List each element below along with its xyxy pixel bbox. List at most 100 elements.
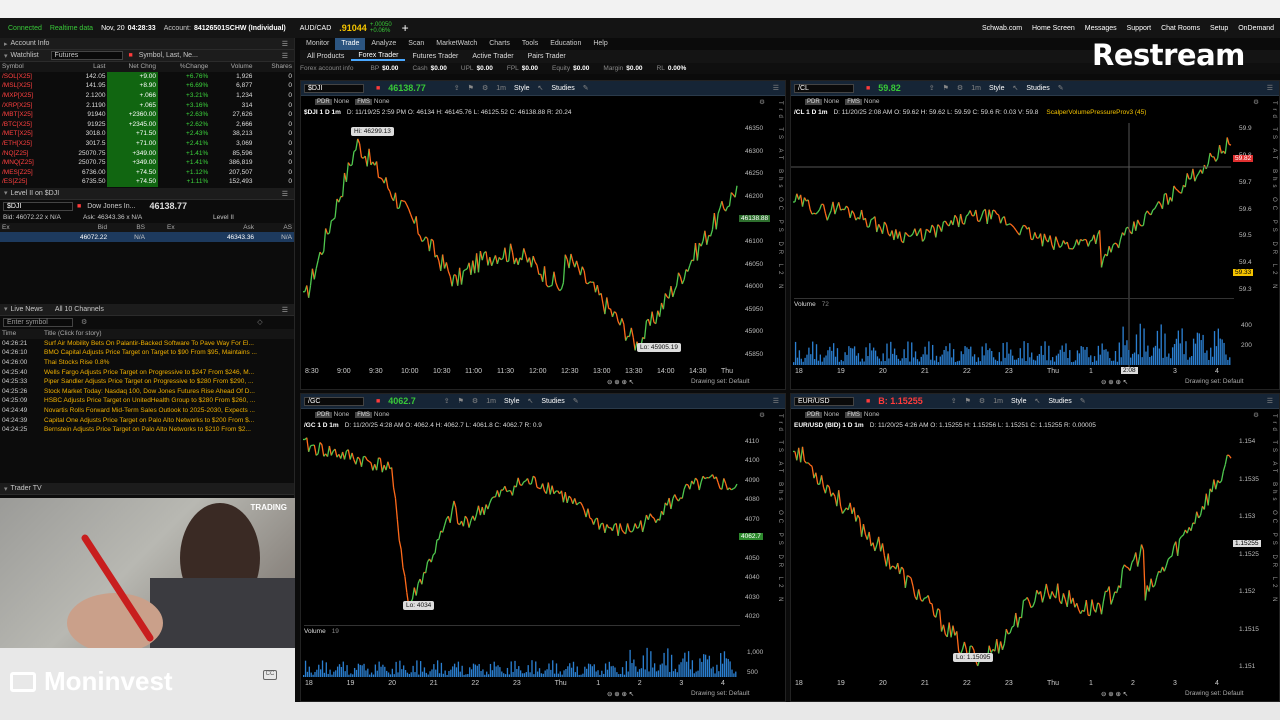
gear-icon[interactable]: ⚙ [81,318,87,326]
watchlist-col-1[interactable]: Last [57,62,108,72]
watchlist-row[interactable]: /MET[X25] 3018.0 +71.50 +2.43% 38,213 0 [0,129,294,139]
link-chat-rooms[interactable]: Chat Rooms [1161,25,1200,32]
news-symbol-input[interactable]: Enter symbol [3,317,73,327]
news-item[interactable]: 04:24:25 Bernstein Adjusts Price Target o… [0,425,294,435]
link-home-screen[interactable]: Home Screen [1032,25,1075,32]
watchlist-row[interactable]: /MBT[X25] 91940 +2360.00 +2.63% 27,626 0 [0,109,294,120]
watchlist-row[interactable]: /MNQ[Z25] 25070.75 +349.00 +1.41% 386,819 0 [0,157,294,168]
watchlist-col-3[interactable]: %Change [158,62,211,72]
level2-col[interactable]: AS [256,222,294,233]
news-item[interactable]: 04:24:49 Novartis Rolls Forward Mid-Term … [0,406,294,416]
news-col[interactable]: Time [0,328,42,339]
menu-icon[interactable]: ☰ [282,306,288,314]
watchlist-row[interactable]: /BTC[X25] 91925 +2345.00 +2.62% 2,666 0 [0,119,294,130]
account-select[interactable]: 84126501SCHW (Individual) [194,25,286,32]
link-messages[interactable]: Messages [1085,25,1117,32]
watchlist-row[interactable]: /NQ[Z25] 25070.75 +349.00 +1.41% 85,596 0 [0,148,294,158]
tab-trade[interactable]: Trade [335,38,366,50]
menu-icon[interactable]: ☰ [282,190,288,198]
link-support[interactable]: Support [1127,25,1152,32]
link-setup[interactable]: Setup [1210,25,1228,32]
watchlist-col-4[interactable]: Volume [210,62,255,72]
tab-live-news[interactable]: Live News [11,306,43,313]
zoom-controls[interactable]: ⊖ ⊕ ⊕ ↖ [607,690,634,698]
add-ticker-icon[interactable]: + [402,21,409,35]
watchlist-row[interactable]: /SOL[X25] 142.05 +9.00 +6.76% 1,926 0 [0,71,294,82]
price-plot[interactable] [301,394,785,701]
level2-col[interactable]: Ex [146,222,177,233]
watchlist-row[interactable]: /ES[Z25] 6735.50 +74.50 +1.11% 152,493 0 [0,177,294,187]
drawing-set-label[interactable]: Drawing set: Default [1185,378,1244,385]
subtab-pairs-trader[interactable]: Pairs Trader [521,53,573,60]
zoom-controls[interactable]: ⊖ ⊕ ⊕ ↖ [1101,690,1128,698]
symbol-column-select[interactable]: Symbol, Last, Ne... [139,52,198,59]
tab-help[interactable]: Help [587,38,613,50]
tab-marketwatch[interactable]: MarketWatch [430,38,483,50]
watchlist-row[interactable]: /ETH[X25] 3017.5 +71.00 +2.41% 3,069 0 [0,138,294,149]
level2-header[interactable]: ▾ Level II on $DJI ☰ [0,187,294,200]
price-plot[interactable] [791,81,1279,389]
level2-col[interactable]: BS [109,222,147,233]
zoom-controls[interactable]: ⊖ ⊕ ⊕ ↖ [1101,378,1128,386]
watchlist-col-2[interactable]: Net Chng [107,62,158,72]
link-ondemand[interactable]: OnDemand [1238,25,1274,32]
chart-side-toolbar[interactable]: Trd TS AT Bhs OC PS DR L2 N [1267,414,1277,681]
news-item[interactable]: 04:25:26 Stock Market Today: Nasdaq 100, … [0,386,294,396]
watchlist-col-0[interactable]: Symbol [0,62,58,72]
chart-dji[interactable]: $DJI ■ 46138.77 ⇪ ⚑ ⚙ 1m Style ↖ Studies ✎ ☰ PDR None… [300,80,786,390]
subtab-forex-trader[interactable]: Forex Trader [351,52,406,61]
news-item[interactable]: 04:26:00 Thai Stocks Rise 0.8% [0,358,294,368]
news-item[interactable]: 04:24:39 Capital One Adjusts Price Target… [0,415,294,425]
watchlist-row[interactable]: /MES[Z25] 6736.00 +74.50 +1.12% 207,507 0 [0,167,294,178]
menu-icon[interactable]: ☰ [282,52,288,60]
collapse-icon[interactable]: ▾ [4,305,8,313]
news-item[interactable]: 04:25:33 Piper Sandler Adjusts Price Targ… [0,377,294,387]
level2-row[interactable]: 46072.22 N/A 46343.36 N/A [0,232,294,242]
closed-captions-icon[interactable]: CC [263,670,277,680]
expand-icon[interactable]: ▸ [4,40,8,48]
chart-side-toolbar[interactable]: Trd TS AT Bhs OC PS DR L2 N [773,414,783,681]
tab-charts[interactable]: Charts [483,38,516,50]
tab-monitor[interactable]: Monitor [300,38,335,50]
chart-gc[interactable]: /GC ■ 4062.7 ⇪ ⚑ ⚙ 1m Style ↖ Studies ✎ ☰ PDR None FMS… [300,393,786,702]
tab-tools[interactable]: Tools [516,38,544,50]
chart-eur[interactable]: EUR/USD ■ B: 1.15255 ⇪ ⚑ ⚙ 1m Style ↖ Studies ✎ ☰ PD… [790,393,1280,702]
tab-analyze[interactable]: Analyze [365,38,402,50]
drawing-set-label[interactable]: Drawing set: Default [691,690,750,697]
tab-all-channels[interactable]: All 10 Channels [55,306,104,313]
link-schwab[interactable]: Schwab.com [982,25,1022,32]
tab-scan[interactable]: Scan [402,38,430,50]
level2-symbol-input[interactable]: $DJI [3,201,73,211]
watchlist-row[interactable]: /MXP[X25] 2.1200 +.066 +3.21% 1,234 0 [0,90,294,101]
chart-side-toolbar[interactable]: Trd TS AT Bhs OC PS DR L2 N [1267,101,1277,369]
news-item[interactable]: 04:26:21 Surf Air Mobility Bets On Palant… [0,339,294,349]
drawing-set-label[interactable]: Drawing set: Default [691,378,750,385]
watchlist-row[interactable]: /XRP[X25] 2.1190 +.065 +3.16% 314 0 [0,100,294,110]
menu-icon[interactable]: ☰ [282,40,288,48]
zoom-controls[interactable]: ⊖ ⊕ ⊕ ↖ [607,378,634,386]
watchlist-col-5[interactable]: Shares [254,62,294,72]
subtab-all-products[interactable]: All Products [300,53,351,60]
price-plot[interactable] [791,394,1279,701]
collapse-icon[interactable]: ▾ [4,189,8,197]
news-item[interactable]: 04:25:09 HSBC Adjusts Price Target on Uni… [0,396,294,406]
tag-icon[interactable]: ◇ [257,318,262,326]
collapse-icon[interactable]: ▾ [4,485,8,493]
level2-col[interactable]: Ask [176,222,257,233]
watchlist-row[interactable]: /MSL[X25] 141.95 +8.90 +6.69% 6,877 0 [0,81,294,91]
chart-cl[interactable]: /CL ■ 59.82 ⇪ ⚑ ⚙ 1m Style ↖ Studies ✎ ☰ PDR None FMS N… [790,80,1280,390]
news-item[interactable]: 04:26:10 BMO Capital Adjusts Price Target… [0,348,294,358]
level2-col[interactable]: Ex [0,222,30,233]
tab-education[interactable]: Education [544,38,587,50]
collapse-icon[interactable]: ▾ [4,52,8,60]
chart-side-toolbar[interactable]: Trd TS AT Bhs OC PS DR L2 N [773,101,783,369]
drawing-set-label[interactable]: Drawing set: Default [1185,690,1244,697]
subtab-futures-trader[interactable]: Futures Trader [405,53,465,60]
level2-col[interactable]: Bid [29,222,110,233]
watchlist-select[interactable]: Futures [50,51,123,60]
news-item[interactable]: 04:25:40 Wells Fargo Adjusts Price Target… [0,367,294,377]
news-col[interactable]: Title (Click for story) [42,328,294,339]
subtab-active-trader[interactable]: Active Trader [465,53,520,60]
account-info-header[interactable]: ▸ Account Info ☰ [0,38,294,50]
ticker-pair[interactable]: AUD/CAD [300,25,332,32]
